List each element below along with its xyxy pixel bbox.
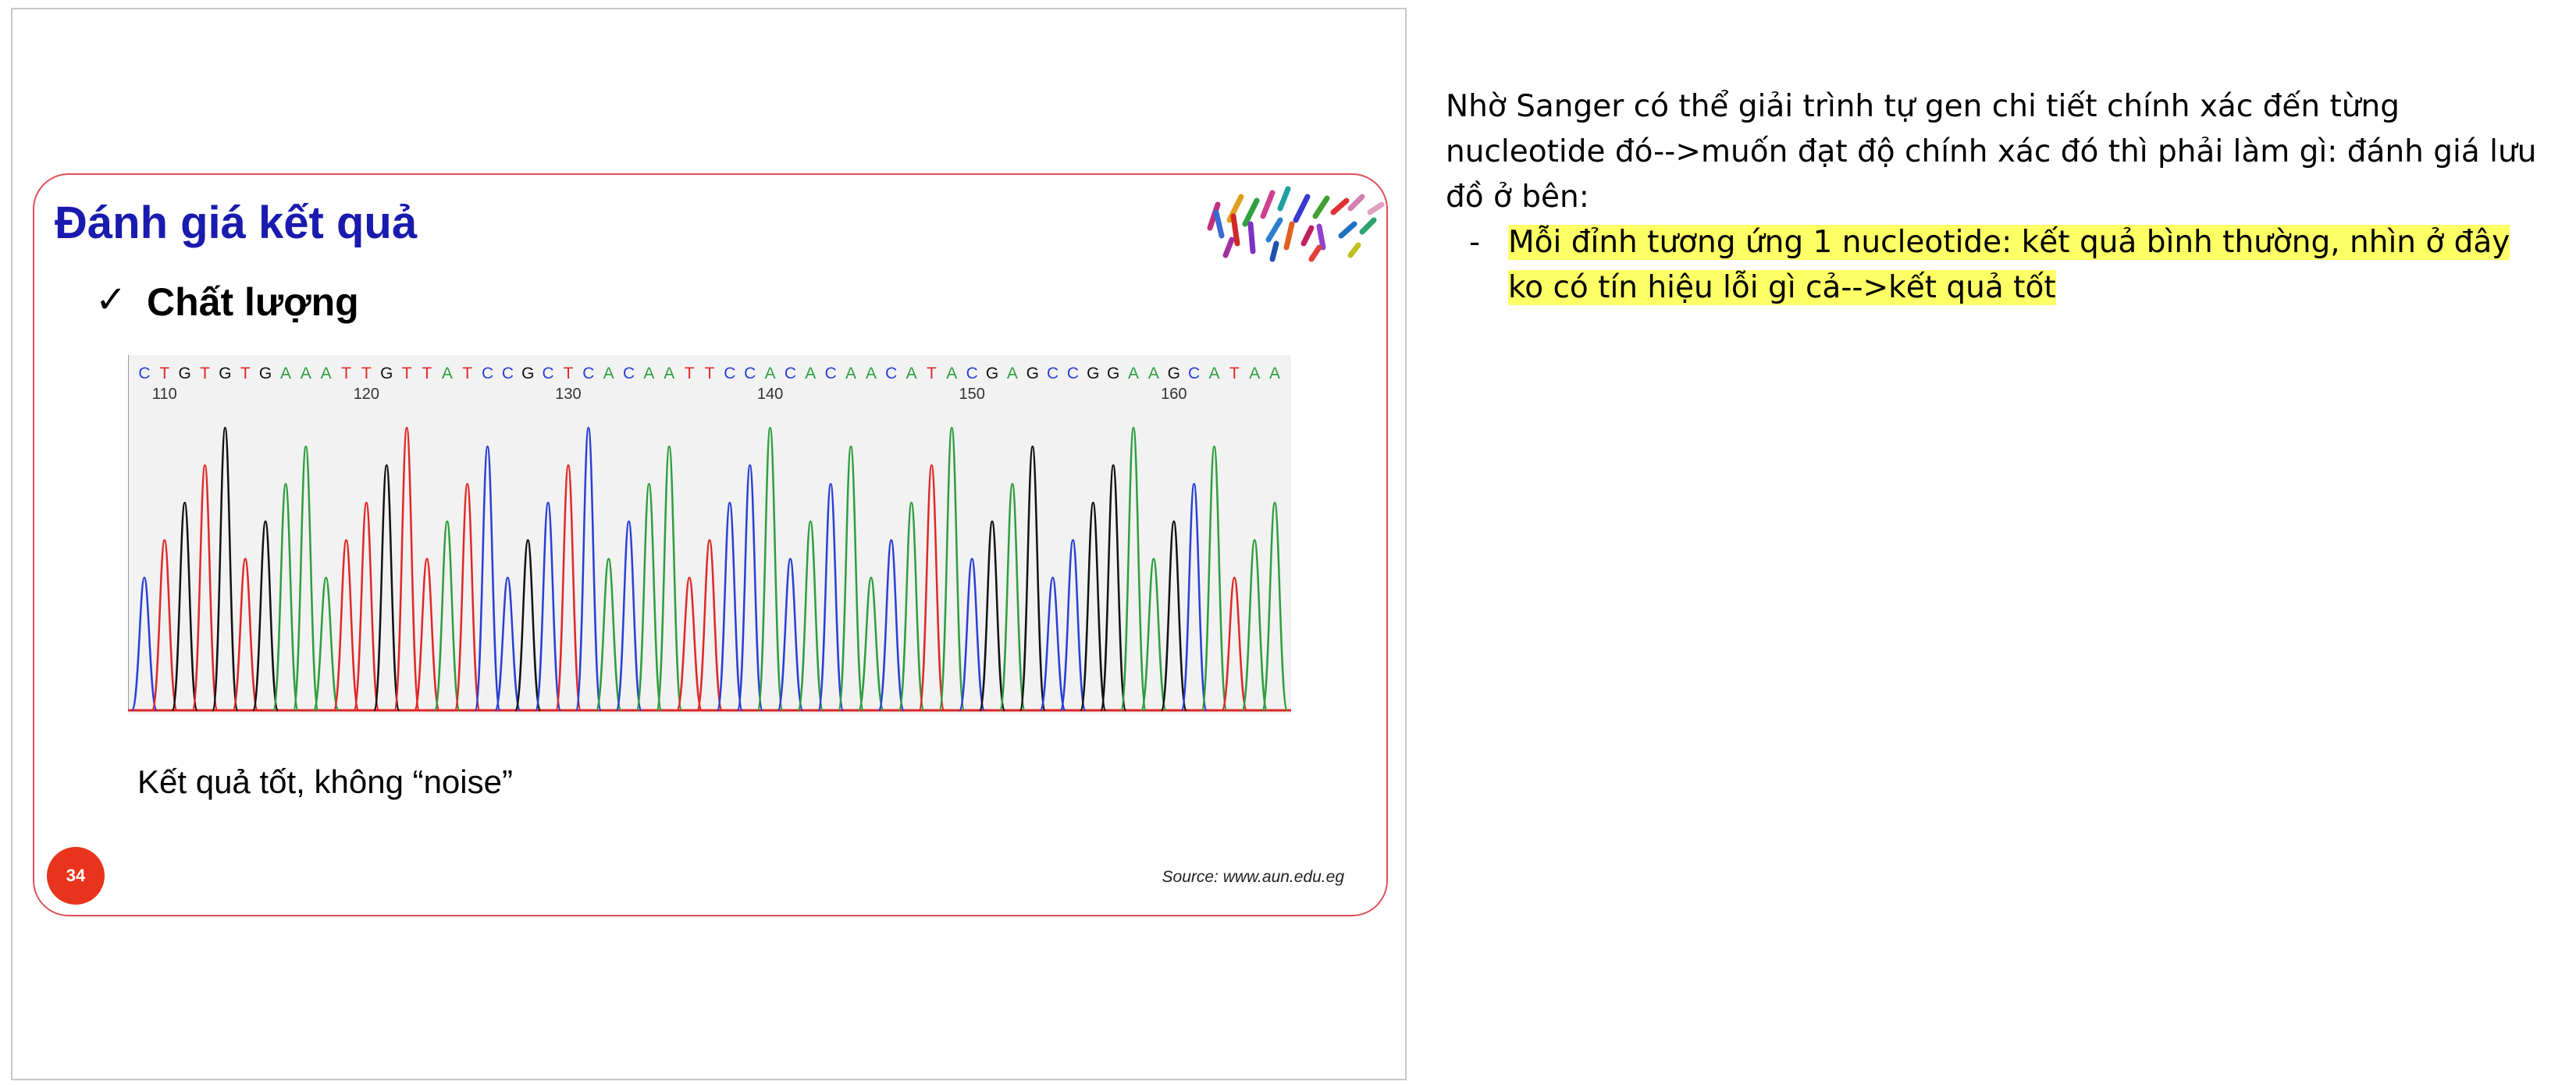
position-label: 140 [757,386,783,403]
sequence-base: A [946,365,957,382]
sequence-base: T [422,365,432,382]
position-label: 150 [959,386,984,403]
sequence-base: C [543,365,554,382]
sequence-base: C [582,365,594,382]
sequence-base: A [845,365,856,382]
position-label: 110 [152,386,177,403]
sequence-base: T [685,365,695,382]
sequence-base: A [603,365,614,382]
sequence-base: T [705,365,715,382]
sequence-base: T [927,365,937,382]
sequence-base: A [866,365,877,382]
sequence-base: C [138,365,150,382]
sequence-base: T [564,365,574,382]
sequence-base: T [1229,365,1240,382]
sequence-base: C [623,365,635,382]
sequence-base: C [724,365,735,382]
sequence-base: G [380,365,393,382]
sequence-base: C [502,365,514,382]
sequence-base: T [462,365,472,382]
slide-caption: Kết quả tốt, không “noise” [137,763,513,800]
sequence-base: C [966,365,978,382]
sequence-base: C [1067,365,1079,382]
sequence-base: C [885,365,897,382]
sequence-base: T [159,365,169,382]
sequence-base: C [744,365,756,382]
position-label: 120 [354,386,379,403]
chromosome-logo-icon [1207,186,1385,262]
sequence-base: C [825,365,837,382]
sequence-base: G [521,365,534,382]
sequence-base: G [1107,365,1119,382]
sequence-base: A [1208,365,1219,382]
sequence-base: G [1168,365,1180,382]
sequence-base: C [785,365,796,382]
sequence-base: A [1249,365,1260,382]
sequence-base: A [321,365,332,382]
sequence-base: A [805,365,816,382]
sequence-base: A [1007,365,1018,382]
slide-number-badge: 34 [47,847,105,905]
sequence-base: G [986,365,998,382]
sequence-base: T [341,365,351,382]
list-marker: - [1469,225,1481,260]
checkmark-icon: ✓ [95,278,127,322]
notes-paragraph: Nhờ Sanger có thể giải trình tự gen chi … [1446,89,2537,215]
sequence-base: G [1026,365,1039,382]
sequence-base: C [1047,365,1059,382]
sequence-base: A [664,365,674,382]
highlighted-note-text: Mỗi đỉnh tương ứng 1 nucleotide: kết quả… [1508,225,2510,305]
notes-list-item: - Mỗi đỉnh tương ứng 1 nucleotide: kết q… [1446,220,2554,311]
sequence-base: T [200,365,210,382]
position-label: 160 [1161,386,1187,403]
sequence-base: G [259,365,272,382]
notes-panel: Nhờ Sanger có thể giải trình tự gen chi … [1446,84,2554,311]
sequence-base: C [482,365,493,382]
bullet-heading: Chất lượng [147,280,359,324]
source-citation: Source: www.aun.edu.eg [1162,868,1344,886]
sequence-base: G [178,365,190,382]
sequence-base: A [643,365,654,382]
slide-title: Đánh giá kết quả [55,197,418,248]
chromatogram-figure: CTGTGTGAAATTGTTATCCGCTCACAATTCCACACAACAT… [128,355,1291,714]
sequence-base: A [765,365,776,382]
sequence-base: T [240,365,251,382]
sequence-base: A [301,365,311,382]
sequence-base: G [219,365,231,382]
sequence-base: A [442,365,453,382]
sequence-base: C [1188,365,1200,382]
sequence-base: T [361,365,372,382]
sequence-base: A [1269,365,1280,382]
sequence-base: A [906,365,917,382]
sequence-base: G [1087,365,1099,382]
sequence-base: A [1128,365,1139,382]
sequence-base: A [1148,365,1159,382]
sequence-base: T [402,365,412,382]
sequence-base: A [280,365,291,382]
position-label: 130 [555,386,581,403]
